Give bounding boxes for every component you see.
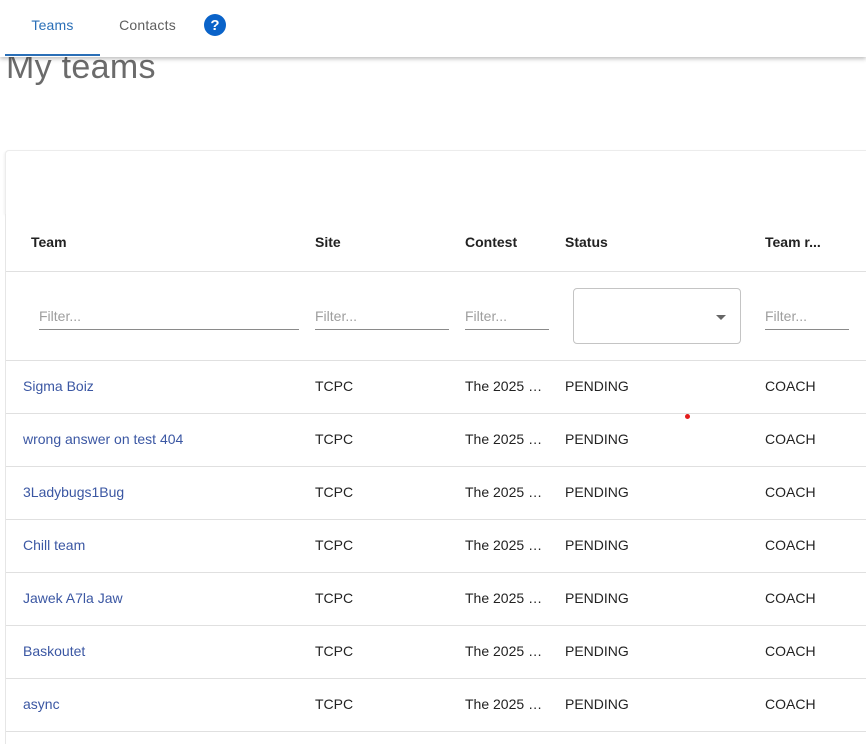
question-mark-icon[interactable]: ? (204, 14, 226, 36)
column-header-site[interactable]: Site (315, 234, 341, 250)
site-cell: TCPC (315, 378, 354, 394)
role-filter-input[interactable]: Filter... (765, 306, 849, 330)
status-filter-select[interactable] (573, 288, 741, 344)
site-cell: TCPC (315, 590, 354, 606)
team-role-cell: COACH (765, 431, 816, 447)
active-tab-indicator (5, 54, 100, 56)
teams-table: Team Site Contest Status Team r... Filte… (5, 214, 866, 744)
column-header-team[interactable]: Team (31, 234, 67, 250)
team-role-cell: COACH (765, 696, 816, 712)
team-role-cell: COACH (765, 378, 816, 394)
table-row[interactable]: 3Ladybugs1Bug TCPC The 2025 International … (6, 467, 866, 520)
contest-cell: The 2025 International Collegiate Progra… (465, 643, 545, 659)
site-filter-input[interactable]: Filter... (315, 306, 449, 330)
table-row[interactable]: Sigma Boiz TCPC The 2025 International Col… (6, 361, 866, 414)
chevron-down-icon (716, 315, 726, 320)
team-role-cell: COACH (765, 590, 816, 606)
column-header-status[interactable]: Status (565, 234, 608, 250)
status-cell: PENDING (565, 378, 629, 394)
column-header-team-role[interactable]: Team r... (765, 234, 821, 250)
team-name-link[interactable]: Chill team (23, 537, 85, 553)
table-row[interactable]: Baskoutet TCPC The 2025 International Coll… (6, 626, 866, 679)
contest-cell: The 2025 International Collegiate Progra… (465, 431, 545, 447)
table-toolbar (5, 150, 866, 214)
column-header-contest[interactable]: Contest (465, 234, 517, 250)
contest-cell: The 2025 International Collegiate Progra… (465, 484, 545, 500)
status-cell: PENDING (565, 696, 629, 712)
table-row[interactable]: Chill team TCPC The 2025 International Col… (6, 520, 866, 573)
contest-cell: The 2025 International Collegiate Progra… (465, 590, 545, 606)
status-cell: PENDING (565, 590, 629, 606)
contest-cell: The 2025 International Collegiate Progra… (465, 537, 545, 553)
contest-filter-input[interactable]: Filter... (465, 306, 549, 330)
team-filter-input[interactable]: Filter... (39, 306, 299, 330)
tab-contacts[interactable]: Contacts (100, 0, 195, 57)
team-name-link[interactable]: Jawek A7la Jaw (23, 590, 123, 606)
table-row[interactable]: Jawek A7la Jaw TCPC The 2025 International… (6, 573, 866, 626)
team-role-cell: COACH (765, 484, 816, 500)
tab-teams[interactable]: Teams (5, 0, 100, 57)
site-cell: TCPC (315, 431, 354, 447)
site-cell: TCPC (315, 484, 354, 500)
status-cell: PENDING (565, 484, 629, 500)
team-role-cell: COACH (765, 643, 816, 659)
contest-cell: The 2025 International Collegiate Progra… (465, 696, 545, 712)
site-cell: TCPC (315, 696, 354, 712)
site-cell: TCPC (315, 643, 354, 659)
team-name-link[interactable]: wrong answer on test 404 (23, 431, 183, 447)
tab-contacts-label: Contacts (119, 17, 176, 33)
status-cell: PENDING (565, 431, 629, 447)
status-cell: PENDING (565, 643, 629, 659)
team-name-link[interactable]: Baskoutet (23, 643, 85, 659)
team-name-link[interactable]: Sigma Boiz (23, 378, 94, 394)
team-name-link[interactable]: async (23, 696, 60, 712)
team-name-link[interactable]: 3Ladybugs1Bug (23, 484, 124, 500)
site-cell: TCPC (315, 537, 354, 553)
table-row[interactable]: async TCPC The 2025 International Collegia… (6, 679, 866, 732)
contest-cell: The 2025 International Collegiate Progra… (465, 378, 545, 394)
red-dot-marker (685, 414, 690, 419)
table-header-row: Team Site Contest Status Team r... (6, 214, 866, 272)
table-row[interactable]: wrong answer on test 404 TCPC The 2025 Int… (6, 414, 866, 467)
tab-teams-label: Teams (31, 17, 74, 33)
filter-row: Filter... Filter... Filter... Filter... (6, 272, 866, 361)
team-role-cell: COACH (765, 537, 816, 553)
top-nav-bar: Teams Contacts ? (0, 0, 866, 57)
status-cell: PENDING (565, 537, 629, 553)
